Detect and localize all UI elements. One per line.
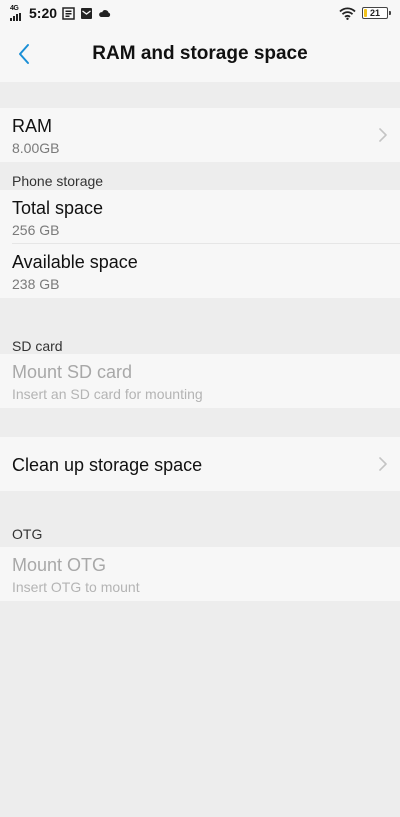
available-space-value: 238 GB — [12, 276, 60, 292]
status-time: 5:20 — [29, 5, 58, 21]
page-title: RAM and storage space — [92, 43, 308, 64]
mount-sd-card-value: Insert an SD card for mounting — [12, 386, 203, 402]
battery-tip — [389, 11, 391, 15]
mount-otg-title: Mount OTG — [12, 555, 107, 575]
clean-up-storage-item[interactable]: Clean up storage space — [0, 437, 400, 491]
network-type: 4G — [10, 5, 19, 12]
ram-title: RAM — [12, 116, 52, 136]
ram-item[interactable]: RAM 8.00GB — [0, 108, 400, 162]
app-header: RAM and storage space — [0, 26, 400, 82]
battery-level: 21 — [369, 8, 380, 18]
cloud-icon — [99, 9, 111, 17]
total-space-value: 256 GB — [12, 222, 60, 238]
section-label-sd-card: SD card — [12, 338, 63, 354]
signal-icon — [10, 13, 21, 21]
status-right: 21 — [339, 4, 391, 22]
mount-sd-card-title: Mount SD card — [12, 362, 133, 382]
status-bar: 4G 5:20 21 — [0, 0, 400, 26]
mount-otg-value: Insert OTG to mount — [12, 579, 140, 595]
status-left: 4G 5:20 — [10, 3, 111, 23]
wifi-icon — [339, 7, 356, 20]
section-label-otg: OTG — [12, 526, 43, 542]
mail-icon — [81, 7, 93, 19]
available-space-title: Available space — [12, 252, 138, 272]
mount-otg-item[interactable]: Mount OTG Insert OTG to mount — [0, 547, 400, 601]
chevron-right-icon — [379, 128, 387, 142]
ram-value: 8.00GB — [12, 140, 60, 156]
battery-icon: 21 — [362, 7, 391, 19]
available-space-item: Available space 238 GB — [0, 244, 400, 298]
notification-icon — [62, 6, 75, 20]
total-space-item: Total space 256 GB — [0, 190, 400, 244]
mount-sd-card-item[interactable]: Mount SD card Insert an SD card for moun… — [0, 354, 400, 408]
total-space-title: Total space — [12, 198, 104, 218]
network-indicator: 4G — [10, 3, 24, 23]
chevron-right-icon — [379, 457, 387, 471]
clean-up-storage-title: Clean up storage space — [12, 455, 203, 475]
settings-list: RAM 8.00GB Phone storage Total space 256… — [0, 82, 400, 601]
section-label-phone-storage: Phone storage — [12, 173, 104, 189]
